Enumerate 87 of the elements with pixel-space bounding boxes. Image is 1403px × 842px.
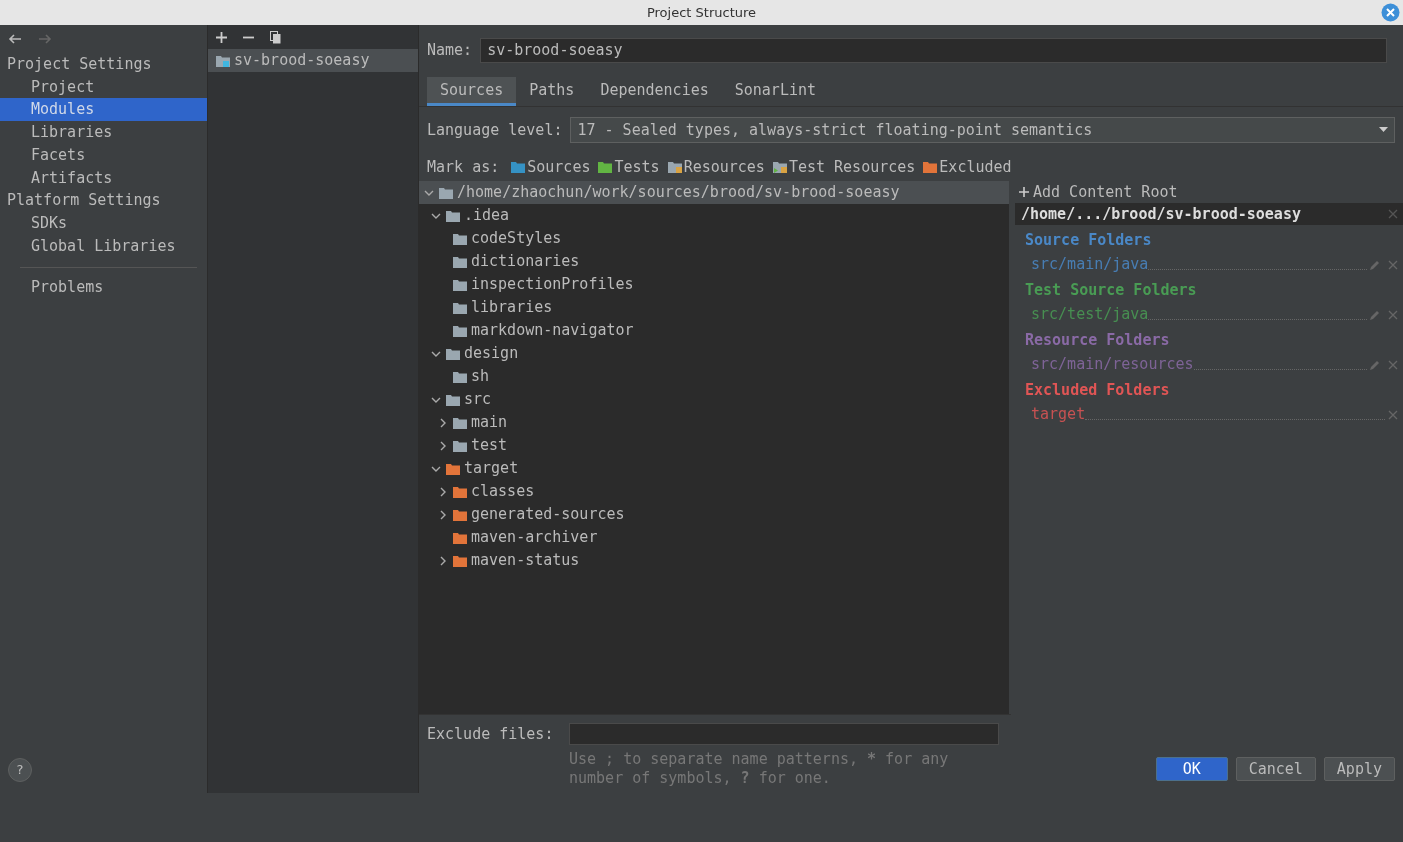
sidebar-item[interactable]: SDKs (0, 211, 207, 235)
mark-as-label: Mark as: (427, 156, 500, 178)
sidebar-heading: Platform Settings (6, 190, 162, 212)
tree-item[interactable]: design (419, 342, 1009, 365)
folder-group-heading: Test Source Folders (1024, 280, 1198, 301)
folder-path: src/main/resources (1031, 353, 1194, 375)
module-folder-icon (216, 54, 230, 67)
folder-icon (446, 209, 460, 222)
folder-path: src/test/java (1031, 303, 1149, 325)
folder-icon (453, 232, 467, 245)
tab[interactable]: Paths (516, 77, 588, 106)
tree-item[interactable]: /home/zhaochun/work/sources/brood/sv-brood-soeasy (419, 181, 1009, 204)
tab[interactable]: Dependencies (587, 77, 722, 106)
language-level-label: Language level: (427, 119, 563, 141)
folder-icon (453, 531, 467, 544)
sidebar-item[interactable]: Problems (0, 276, 207, 300)
tree-item[interactable]: classes (419, 480, 1009, 503)
add-content-root-link[interactable]: Add Content Root (1015, 181, 1403, 203)
exclude-files-label: Exclude files: (426, 724, 555, 745)
tree-item[interactable]: .idea (419, 204, 1009, 227)
caret-icon (1379, 127, 1388, 133)
exclude-files-field[interactable] (569, 723, 999, 746)
folder-icon (453, 508, 467, 521)
folder-icon (453, 439, 467, 452)
folder-icon (446, 347, 460, 360)
folder-icon (446, 393, 460, 406)
tree-item[interactable]: maven-archiver (419, 526, 1009, 549)
tree-item[interactable]: main (419, 411, 1009, 434)
help-button[interactable]: ? (8, 758, 32, 782)
mark-as-button[interactable]: Excluded (923, 155, 1012, 179)
mark-as-button[interactable]: Sources (511, 155, 591, 179)
copy-icon[interactable] (270, 30, 281, 44)
tree-item[interactable]: codeStyles (419, 227, 1009, 250)
folder-icon (453, 554, 467, 567)
tree-item[interactable]: test (419, 434, 1009, 457)
dropdown-value: 17 - Sealed types, always-strict floating-point semantics (577, 119, 1094, 141)
name-field[interactable]: sv-brood-soeasy (480, 37, 1387, 63)
folder-icon (439, 186, 453, 199)
folder-icon (446, 462, 460, 475)
folder-icon (453, 416, 467, 429)
folder-group-heading: Excluded Folders (1024, 380, 1171, 401)
tree-item[interactable]: markdown-navigator (419, 319, 1009, 342)
folder-path: src/main/java (1031, 253, 1149, 275)
folder-icon (598, 161, 613, 173)
back-arrow-icon[interactable] (8, 34, 22, 44)
hint-text: Use ; to separate name patterns, * for any number of symbols, ? for one. (569, 749, 950, 788)
tree-item[interactable]: generated-sources (419, 503, 1009, 526)
sidebar-item[interactable]: Libraries (0, 121, 207, 144)
sidebar-item[interactable]: Global Libraries (0, 234, 207, 258)
tree-item[interactable]: inspectionProfiles (419, 273, 1009, 296)
folder-icon (453, 301, 467, 314)
mark-as-button[interactable]: Tests (598, 155, 660, 179)
tree-item[interactable]: libraries (419, 296, 1009, 319)
sidebar-heading: Project Settings (6, 54, 153, 75)
sidebar-item[interactable]: Project (0, 75, 207, 99)
folder-icon (453, 255, 467, 268)
sidebar-item[interactable]: Artifacts (0, 166, 207, 190)
tab[interactable]: Sources (427, 77, 517, 106)
close-icon[interactable] (1381, 3, 1400, 22)
mark-as-button[interactable]: Test Resources (772, 155, 916, 179)
folder-icon (772, 161, 787, 173)
folder-icon (667, 161, 682, 173)
tree-item[interactable]: maven-status (419, 549, 1009, 572)
name-label: Name: (427, 39, 473, 61)
folder-group-heading: Source Folders (1024, 230, 1153, 251)
tree-item[interactable]: src (419, 388, 1009, 411)
tree-item[interactable]: target (419, 457, 1009, 480)
language-level-dropdown[interactable]: 17 - Sealed types, always-strict floating-point semantics (570, 117, 1395, 143)
folder-icon (453, 485, 467, 498)
mark-as-button[interactable]: Resources (667, 155, 765, 179)
plus-icon (1019, 187, 1029, 197)
sidebar-item[interactable]: Modules (0, 98, 207, 122)
tab[interactable]: SonarLint (721, 77, 830, 106)
window-title: Project Structure (646, 3, 757, 22)
folder-icon (453, 370, 467, 383)
tree-item[interactable]: dictionaries (419, 250, 1009, 273)
folder-icon (453, 324, 467, 337)
folder-group-heading: Resource Folders (1024, 330, 1171, 351)
folder-path: target (1031, 403, 1086, 425)
folder-icon (453, 278, 467, 291)
folder-icon (511, 161, 526, 173)
content-root-path: /home/.../brood/sv-brood-soeasy (1021, 203, 1302, 225)
module-item[interactable]: sv-brood-soeasy (208, 49, 418, 72)
tree-item[interactable]: sh (419, 365, 1009, 388)
folder-icon (923, 161, 938, 173)
add-icon[interactable] (216, 31, 227, 43)
sidebar-item[interactable]: Facets (0, 143, 207, 167)
